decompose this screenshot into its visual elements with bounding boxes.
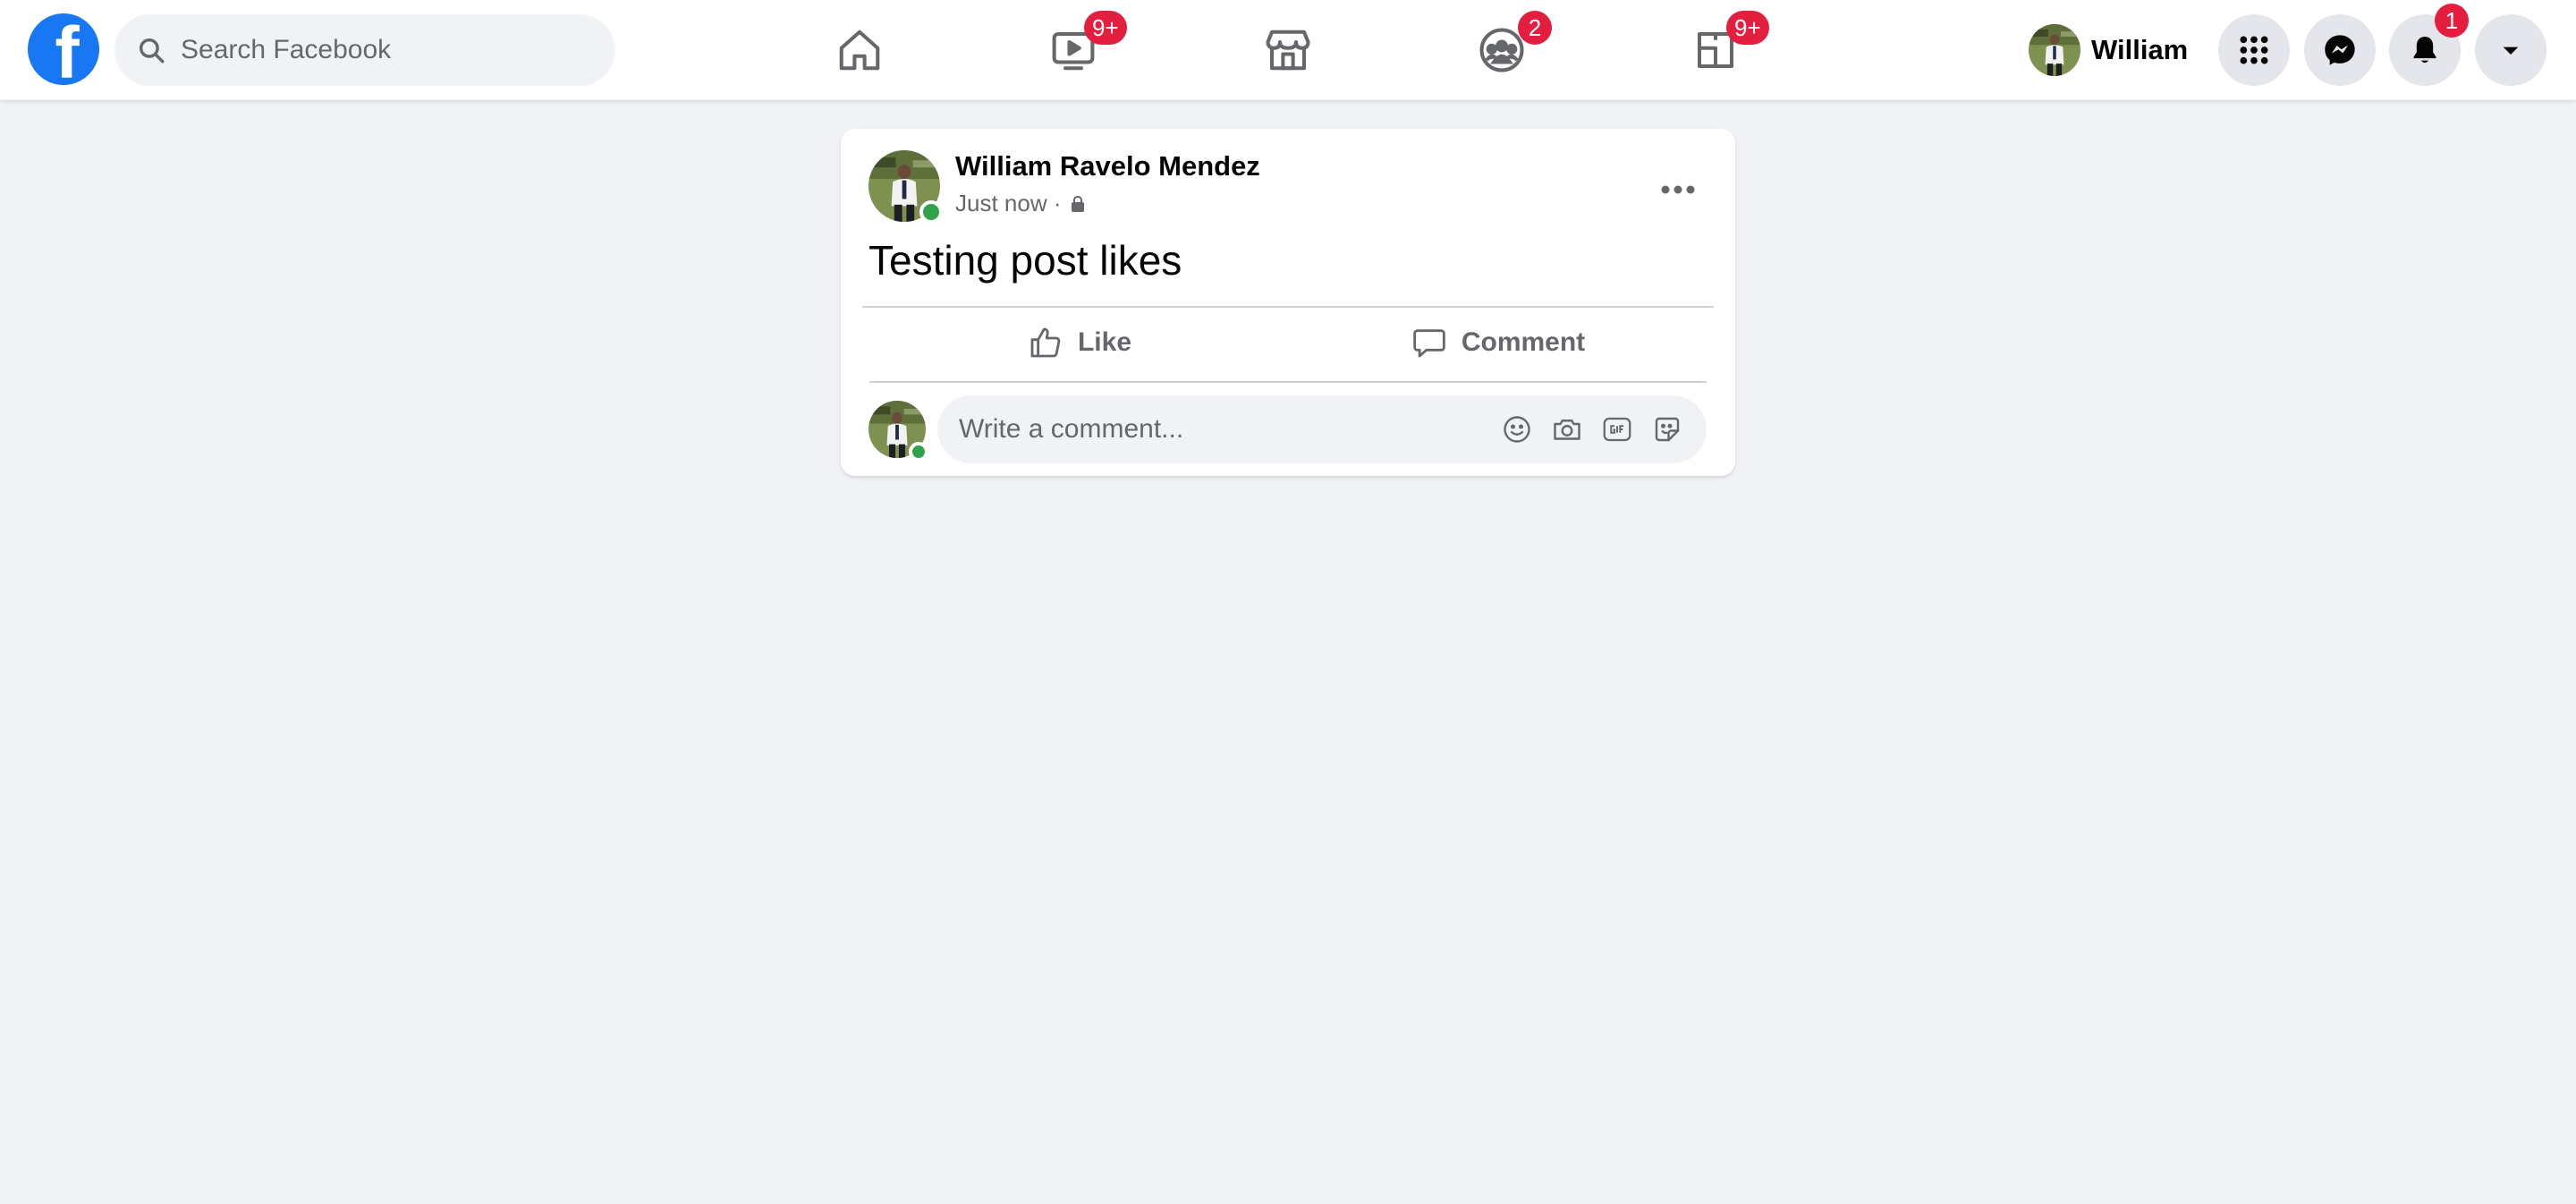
search-input[interactable] [181,35,610,65]
comment-label: Comment [1461,327,1586,357]
watch-badge: 9+ [1084,11,1127,45]
more-options-icon [1661,185,1695,194]
groups-badge: 2 [1518,11,1552,45]
online-status-dot [919,200,943,224]
account-menu-button[interactable] [2475,14,2546,86]
notifications-badge: 1 [2435,4,2469,38]
tab-groups[interactable]: 2 [1399,0,1605,100]
emoji-icon [1504,416,1530,443]
post-body-text: Testing post likes [869,237,1182,284]
photo-button[interactable] [1549,411,1585,447]
gif-icon [1603,417,1631,442]
tab-gaming[interactable]: 9+ [1613,0,1818,100]
gaming-badge: 9+ [1726,11,1769,45]
camera-icon [1554,420,1580,440]
search-bar[interactable] [114,14,615,86]
sticker-icon [1655,417,1680,442]
tab-home[interactable] [757,0,962,100]
top-navigation-bar: f 9+ [0,0,2576,100]
divider [869,381,1707,383]
post-meta: Just now · [955,190,1089,217]
search-icon [139,38,165,64]
avatar [2029,24,2080,76]
post-timestamp[interactable]: Just now · [955,190,1062,217]
emoji-button[interactable] [1499,411,1535,447]
comment-icon [1413,329,1445,358]
profile-name: William [2091,34,2189,65]
comment-composer[interactable] [937,395,1707,463]
comment-input[interactable] [959,414,1478,445]
caret-down-icon [2503,47,2519,55]
tab-marketplace[interactable] [1185,0,1391,100]
menu-button[interactable] [2218,14,2290,86]
like-icon [1030,327,1061,358]
like-label: Like [1077,327,1132,357]
marketplace-icon [1266,30,1310,71]
lock-icon [1071,195,1084,212]
online-status-dot [909,442,928,462]
bell-icon [2413,37,2436,64]
tab-watch[interactable]: 9+ [970,0,1176,100]
profile-shortcut[interactable]: William [2023,18,2199,82]
post-author-name[interactable]: William Ravelo Mendez [955,150,1260,182]
grid-menu-icon [2240,36,2268,64]
facebook-logo[interactable]: f [28,13,99,85]
home-icon [839,30,880,71]
post-options-button[interactable] [1646,157,1710,222]
post-card: William Ravelo Mendez Just now · Testing… [841,129,1735,476]
messenger-icon [2325,35,2355,65]
comment-button[interactable]: Comment [1288,308,1708,377]
sticker-button[interactable] [1649,411,1685,447]
like-button[interactable]: Like [869,308,1290,377]
facebook-logo-letter: f [55,13,80,86]
gif-button[interactable] [1599,411,1635,447]
messenger-button[interactable] [2304,14,2376,86]
